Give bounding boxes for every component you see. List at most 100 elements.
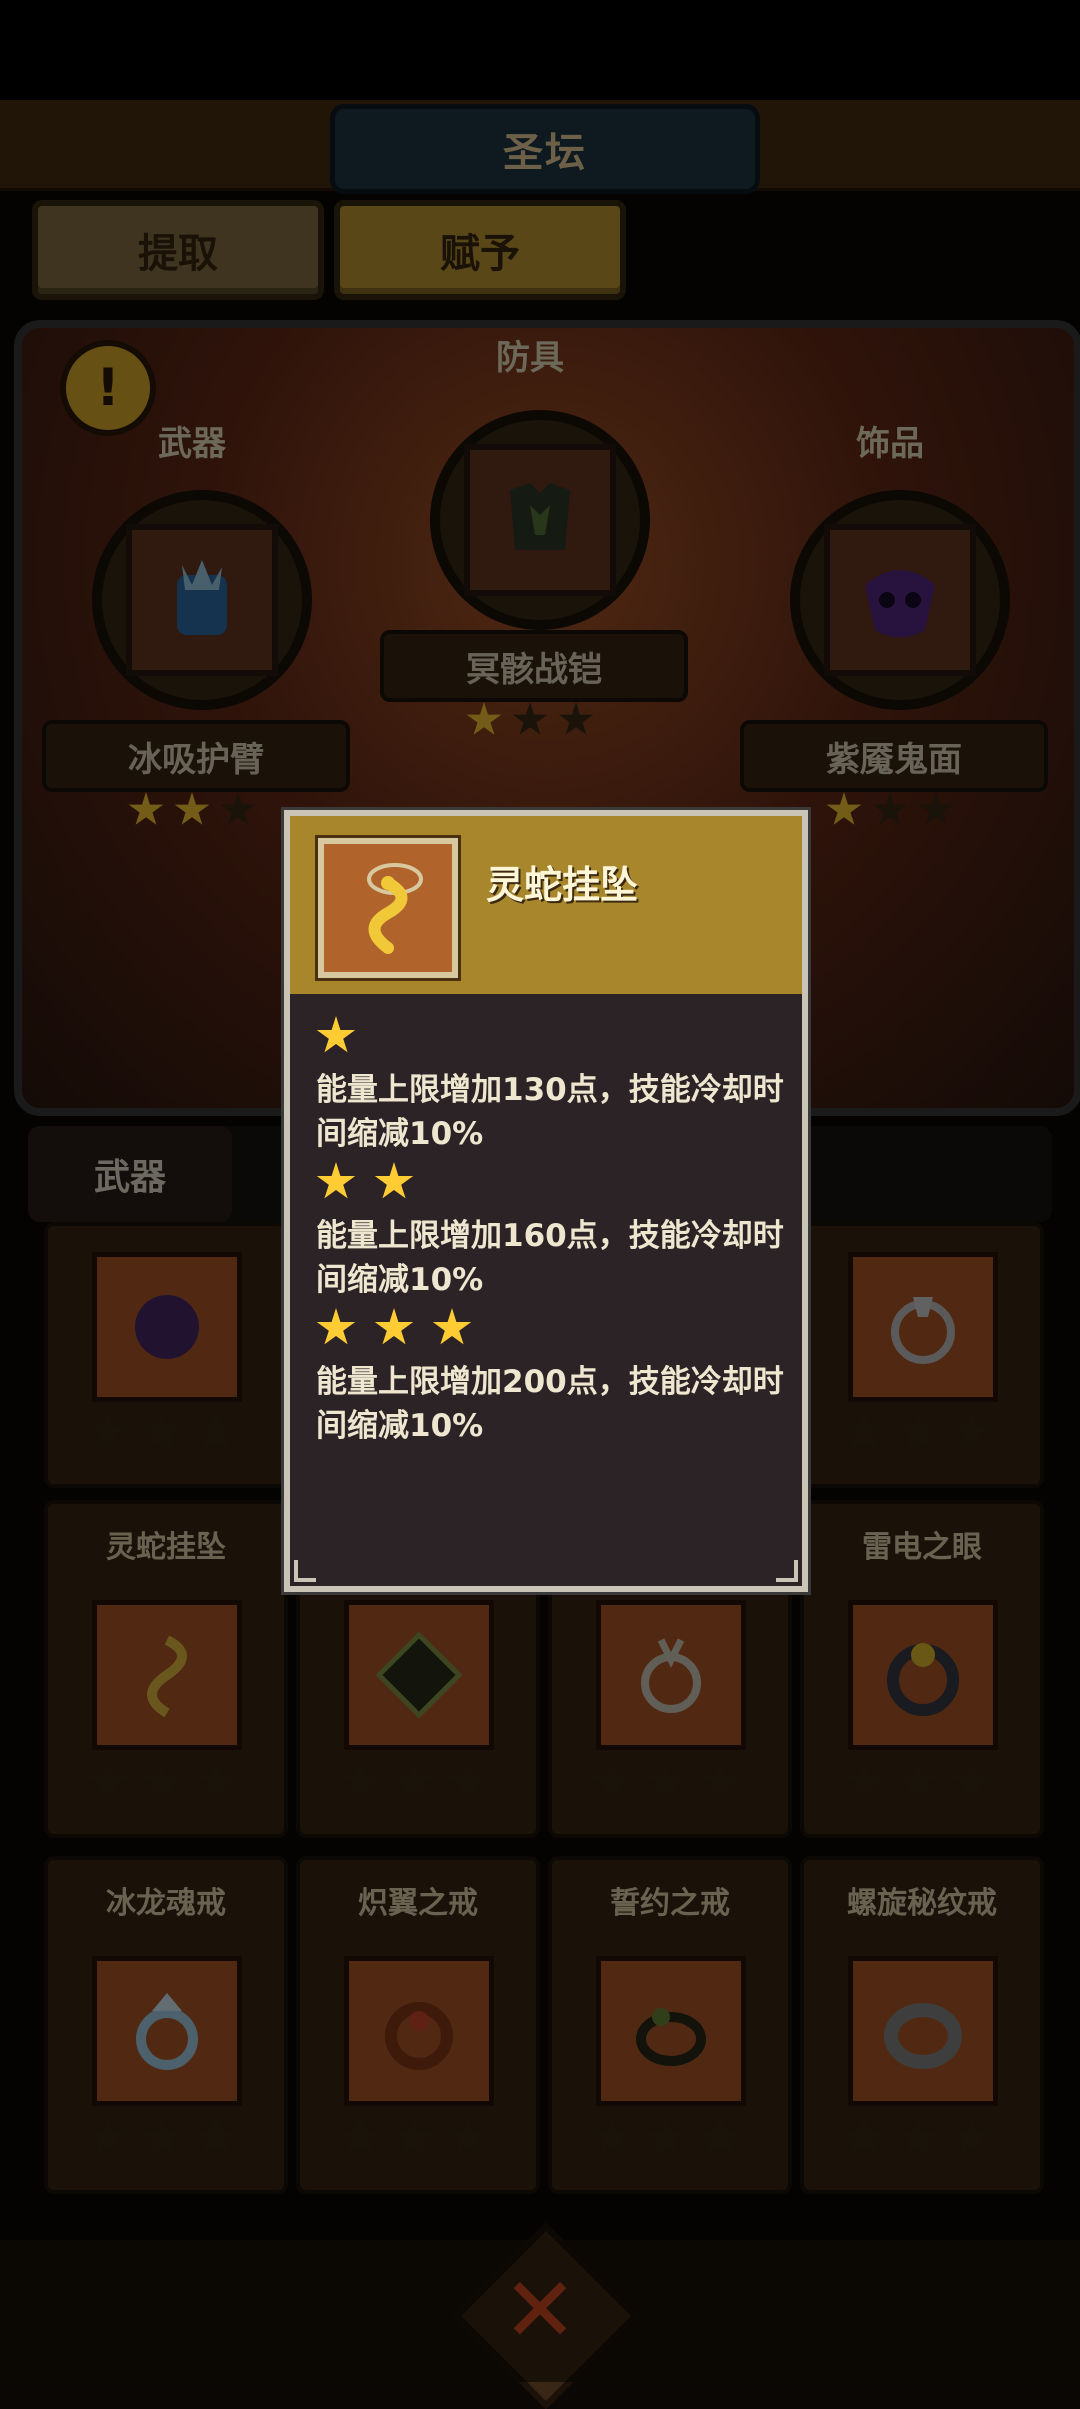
ice-ring-icon [136, 1993, 198, 2070]
slot-name-armor: 冥骸战铠 [380, 630, 688, 702]
star-icon [86, 1760, 130, 1801]
item-card-oath-ring[interactable]: 誓约之戒 [548, 1856, 792, 2194]
star-icon [128, 792, 164, 825]
tab-endow[interactable]: 赋予 [334, 200, 626, 300]
item-card-thunder-eye[interactable]: 雷电之眼 [800, 1500, 1044, 1838]
item-card[interactable] [800, 1222, 1044, 1488]
slot-label-armor: 防具 [496, 338, 564, 378]
star-icon [896, 2116, 940, 2157]
close-icon[interactable]: ✕ [490, 2258, 590, 2363]
rune-ring-icon [884, 2003, 962, 2069]
tier-1: 能量上限增加130点，技能冷却时间缩减10% [316, 1016, 786, 1156]
eye-ring-icon [887, 1643, 959, 1716]
star-icon [698, 1760, 742, 1801]
star-icon [446, 1760, 490, 1801]
item-frame [92, 1600, 242, 1750]
star-icon [392, 1760, 436, 1801]
star-icon [698, 2116, 742, 2157]
star-icon [950, 2116, 994, 2157]
item-stars [338, 2116, 490, 2160]
tier-3: 能量上限增加200点，技能冷却时间缩减10% [316, 1308, 786, 1448]
rose-icon [135, 1295, 199, 1359]
item-stars [842, 1760, 994, 1804]
item-frame [92, 1956, 242, 2106]
item-name: 螺旋秘纹戒 [847, 1886, 997, 1921]
star-icon [338, 1760, 382, 1801]
item-frame [596, 1600, 746, 1750]
item-card-snake-pendant[interactable]: 灵蛇挂坠 [44, 1500, 288, 1838]
status-bar [0, 0, 1080, 100]
star-icon [174, 792, 210, 825]
star-icon [558, 702, 594, 735]
star-icon [316, 1162, 356, 1199]
item-stars [590, 2116, 742, 2160]
arrow-emblem-icon [375, 1631, 463, 1719]
item-detail-popup[interactable]: 灵蛇挂坠 能量上限增加130点，技能冷却时间缩减10% 能量上限增加160点，技… [284, 810, 808, 1592]
corner-ornament [776, 1560, 798, 1582]
star-icon [338, 2116, 382, 2157]
star-icon [644, 1760, 688, 1801]
star-icon [194, 1760, 238, 1801]
item-stars [338, 1760, 490, 1804]
item-card-blaze-wing-ring[interactable]: 炽翼之戒 [296, 1856, 540, 2194]
slot-label-accessory: 饰品 [856, 424, 924, 464]
slot-label-weapon: 武器 [158, 424, 226, 464]
corner-ornament [294, 1560, 316, 1582]
star-icon [950, 1410, 994, 1451]
slot-name-accessory: 紫魇鬼面 [740, 720, 1048, 792]
snake-pendant-icon [367, 863, 423, 954]
item-frame [848, 1252, 998, 1402]
star-icon [466, 702, 502, 735]
tier-description: 能量上限增加160点，技能冷却时间缩减10% [316, 1218, 784, 1298]
item-stars [842, 2116, 994, 2160]
tier-stars [316, 1016, 786, 1056]
star-icon [446, 2116, 490, 2157]
slot-disc-weapon[interactable] [92, 490, 312, 710]
star-icon [918, 792, 954, 825]
page-title: 圣坛 [503, 130, 587, 176]
star-icon [896, 1760, 940, 1801]
item-name: 雷电之眼 [862, 1530, 982, 1565]
star-icon [842, 1760, 886, 1801]
star-icon [826, 792, 862, 825]
item-card[interactable] [44, 1222, 288, 1488]
item-card-spiral-rune-ring[interactable]: 螺旋秘纹戒 [800, 1856, 1044, 2194]
item-name: 冰龙魂戒 [106, 1886, 226, 1921]
star-icon [896, 1410, 940, 1451]
star-icon [194, 2116, 238, 2157]
item-card-ice-dragon-ring[interactable]: 冰龙魂戒 [44, 1856, 288, 2194]
star-icon [842, 1410, 886, 1451]
star-icon [392, 2116, 436, 2157]
star-icon [86, 1410, 130, 1451]
item-frame [824, 524, 976, 676]
item-stars [86, 2116, 238, 2160]
star-icon [140, 1410, 184, 1451]
item-stars [590, 1760, 742, 1804]
slot-disc-accessory[interactable] [790, 490, 1010, 710]
slot-stars-weapon [128, 792, 256, 828]
star-icon [950, 1760, 994, 1801]
star-icon [140, 2116, 184, 2157]
star-icon [316, 1308, 356, 1345]
item-name: 炽翼之戒 [358, 1886, 478, 1921]
item-frame [848, 1600, 998, 1750]
category-tab-weapon[interactable]: 武器 [28, 1126, 232, 1222]
tier-2: 能量上限增加160点，技能冷却时间缩减10% [316, 1162, 786, 1302]
slot-stars-armor [466, 702, 594, 738]
star-icon [590, 1760, 634, 1801]
tier-stars [316, 1308, 786, 1348]
item-frame [464, 444, 616, 596]
star-icon [194, 1410, 238, 1451]
item-frame [596, 1956, 746, 2106]
popup-title: 灵蛇挂坠 [486, 863, 639, 907]
exclamation-icon: ! [96, 358, 120, 418]
oath-ring-icon [636, 2008, 706, 2066]
slot-disc-armor[interactable] [430, 410, 650, 630]
star-icon [374, 1308, 414, 1345]
star-icon [316, 1016, 356, 1053]
item-frame [848, 1956, 998, 2106]
popup-item-frame [318, 838, 458, 978]
popup-header: 灵蛇挂坠 [290, 816, 802, 994]
item-frame [126, 524, 278, 676]
tab-extract[interactable]: 提取 [32, 200, 324, 300]
